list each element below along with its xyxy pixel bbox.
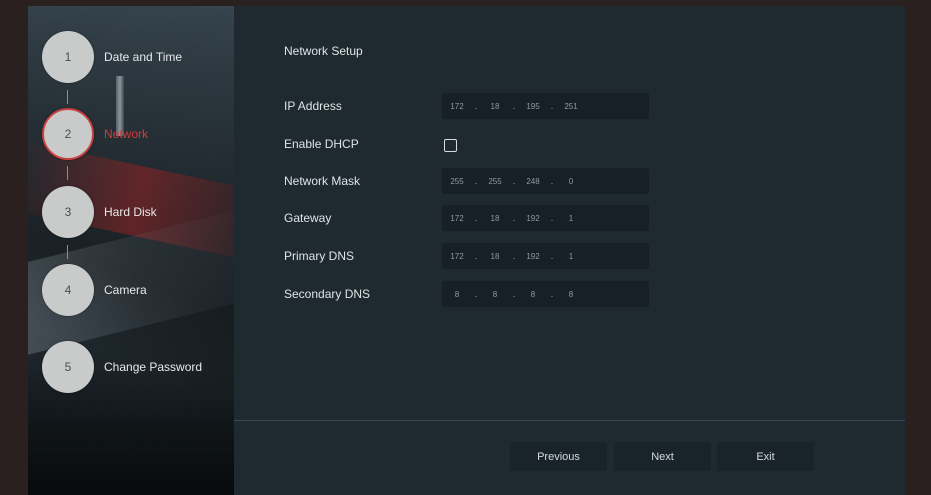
primary-dns-octet-2: 18 — [490, 251, 500, 261]
ip-address-label: IP Address — [284, 99, 342, 113]
secondary-dns-octet-1: 8 — [454, 289, 460, 299]
octet-separator: . — [474, 251, 478, 261]
wizard-step-network[interactable]: 2 Network — [42, 107, 232, 161]
gateway-octet-4: 1 — [568, 213, 574, 223]
wizard-step-date-and-time[interactable]: 1 Date and Time — [42, 30, 232, 84]
step-label: Camera — [104, 283, 147, 297]
network-mask-label: Network Mask — [284, 174, 361, 188]
mask-octet-3: 248 — [526, 176, 540, 186]
gateway-octet-2: 18 — [490, 213, 500, 223]
next-button[interactable]: Next — [614, 442, 711, 471]
secondary-dns-label: Secondary DNS — [284, 287, 371, 301]
step-number-badge: 1 — [42, 31, 94, 83]
step-number-badge: 2 — [42, 108, 94, 160]
gateway-octet-1: 172 — [450, 213, 464, 223]
octet-separator: . — [474, 289, 478, 299]
step-label: Date and Time — [104, 50, 183, 64]
network-mask-field[interactable]: 255 . 255 . 248 . 0 — [442, 168, 649, 194]
setup-wizard-window: 1 Date and Time 2 Network 3 Hard Disk 4 … — [28, 6, 905, 495]
ip-octet-1: 172 — [450, 101, 464, 111]
step-connector — [67, 90, 68, 104]
mask-octet-1: 255 — [450, 176, 464, 186]
exit-button[interactable]: Exit — [717, 442, 814, 471]
step-number-badge: 3 — [42, 186, 94, 238]
step-connector — [67, 245, 68, 259]
ip-address-field[interactable]: 172 . 18 . 195 . 251 — [442, 93, 649, 119]
step-connector — [67, 166, 68, 180]
footer-divider — [234, 420, 905, 421]
enable-dhcp-label: Enable DHCP — [284, 137, 359, 151]
mask-octet-4: 0 — [568, 176, 574, 186]
enable-dhcp-checkbox[interactable] — [444, 139, 457, 152]
wizard-step-hard-disk[interactable]: 3 Hard Disk — [42, 185, 232, 239]
secondary-dns-octet-3: 8 — [530, 289, 536, 299]
primary-dns-label: Primary DNS — [284, 249, 355, 263]
gateway-label: Gateway — [284, 211, 332, 225]
mask-octet-2: 255 — [488, 176, 502, 186]
octet-separator: . — [512, 251, 516, 261]
step-label: Network — [104, 127, 149, 141]
primary-dns-octet-4: 1 — [568, 251, 574, 261]
octet-separator: . — [550, 101, 554, 111]
step-label: Change Password — [104, 360, 203, 374]
step-number-badge: 5 — [42, 341, 94, 393]
octet-separator: . — [474, 101, 478, 111]
wizard-sidebar: 1 Date and Time 2 Network 3 Hard Disk 4 … — [28, 6, 234, 495]
primary-dns-field[interactable]: 172 . 18 . 192 . 1 — [442, 243, 649, 269]
step-number-badge: 4 — [42, 264, 94, 316]
step-label: Hard Disk — [104, 205, 157, 219]
previous-button[interactable]: Previous — [510, 442, 607, 471]
ip-octet-3: 195 — [526, 101, 540, 111]
octet-separator: . — [550, 251, 554, 261]
octet-separator: . — [474, 213, 478, 223]
gateway-octet-3: 192 — [526, 213, 540, 223]
ip-octet-2: 18 — [490, 101, 500, 111]
primary-dns-octet-1: 172 — [450, 251, 464, 261]
octet-separator: . — [550, 176, 554, 186]
ip-octet-4: 251 — [564, 101, 578, 111]
primary-dns-octet-3: 192 — [526, 251, 540, 261]
page-title: Network Setup — [284, 44, 363, 58]
octet-separator: . — [512, 101, 516, 111]
octet-separator: . — [474, 176, 478, 186]
secondary-dns-octet-4: 8 — [568, 289, 574, 299]
octet-separator: . — [550, 289, 554, 299]
gateway-field[interactable]: 172 . 18 . 192 . 1 — [442, 205, 649, 231]
octet-separator: . — [512, 213, 516, 223]
octet-separator: . — [512, 176, 516, 186]
wizard-step-change-password[interactable]: 5 Change Password — [42, 340, 232, 394]
secondary-dns-field[interactable]: 8 . 8 . 8 . 8 — [442, 281, 649, 307]
octet-separator: . — [550, 213, 554, 223]
wizard-step-camera[interactable]: 4 Camera — [42, 263, 232, 317]
secondary-dns-octet-2: 8 — [492, 289, 498, 299]
octet-separator: . — [512, 289, 516, 299]
